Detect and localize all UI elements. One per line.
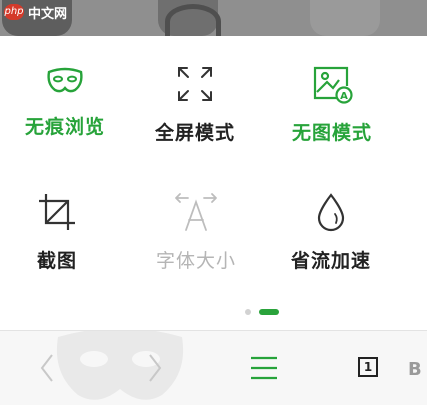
watermark: php 中文网 (4, 2, 67, 22)
menu-item-data-saver[interactable]: 省流加速 (266, 192, 396, 273)
tab-count-button[interactable]: 1 (358, 357, 378, 377)
menu-item-label: 省流加速 (290, 250, 371, 272)
no-image-mode-icon: A (313, 66, 353, 104)
chevron-left-icon[interactable] (38, 353, 56, 383)
page-dot-active[interactable] (259, 309, 279, 315)
bottom-toolbar: 1 B (0, 330, 427, 405)
menu-item-label: 无痕浏览 (24, 116, 105, 138)
incognito-watermark-icon (56, 331, 184, 400)
hamburger-menu-icon[interactable] (250, 355, 278, 381)
menu-item-screenshot[interactable]: 截图 (0, 192, 122, 273)
fullscreen-arrows-icon (178, 67, 212, 101)
dimmed-background-strip: php 中文网 (0, 0, 427, 36)
background-app-icon (310, 0, 380, 36)
svg-text:A: A (340, 91, 348, 102)
crop-screenshot-icon (39, 194, 75, 230)
menu-item-incognito[interactable]: 无痕浏览 (0, 64, 130, 139)
watermark-fragment: B (408, 359, 422, 380)
page-indicator (0, 308, 427, 316)
menu-item-label: 全屏模式 (154, 122, 235, 144)
watermark-logo: php (4, 4, 24, 20)
chevron-right-icon[interactable] (146, 353, 164, 383)
menu-item-label: 截图 (36, 250, 77, 272)
browser-menu-sheet: 无痕浏览 全屏模式 A 无图模式 截图 字体大小 省流加速 (0, 36, 427, 330)
menu-item-font-size[interactable]: 字体大小 (131, 192, 261, 273)
watermark-text: 中文网 (28, 6, 68, 22)
font-size-icon (175, 193, 217, 231)
menu-item-fullscreen[interactable]: 全屏模式 (130, 64, 260, 145)
menu-item-label: 无图模式 (291, 122, 372, 144)
incognito-mask-icon (47, 67, 83, 93)
menu-item-no-image[interactable]: A 无图模式 (267, 64, 397, 145)
page-dot[interactable] (245, 309, 251, 315)
background-ring-shape (165, 4, 221, 36)
water-drop-icon (317, 193, 345, 232)
menu-item-label: 字体大小 (155, 250, 236, 272)
